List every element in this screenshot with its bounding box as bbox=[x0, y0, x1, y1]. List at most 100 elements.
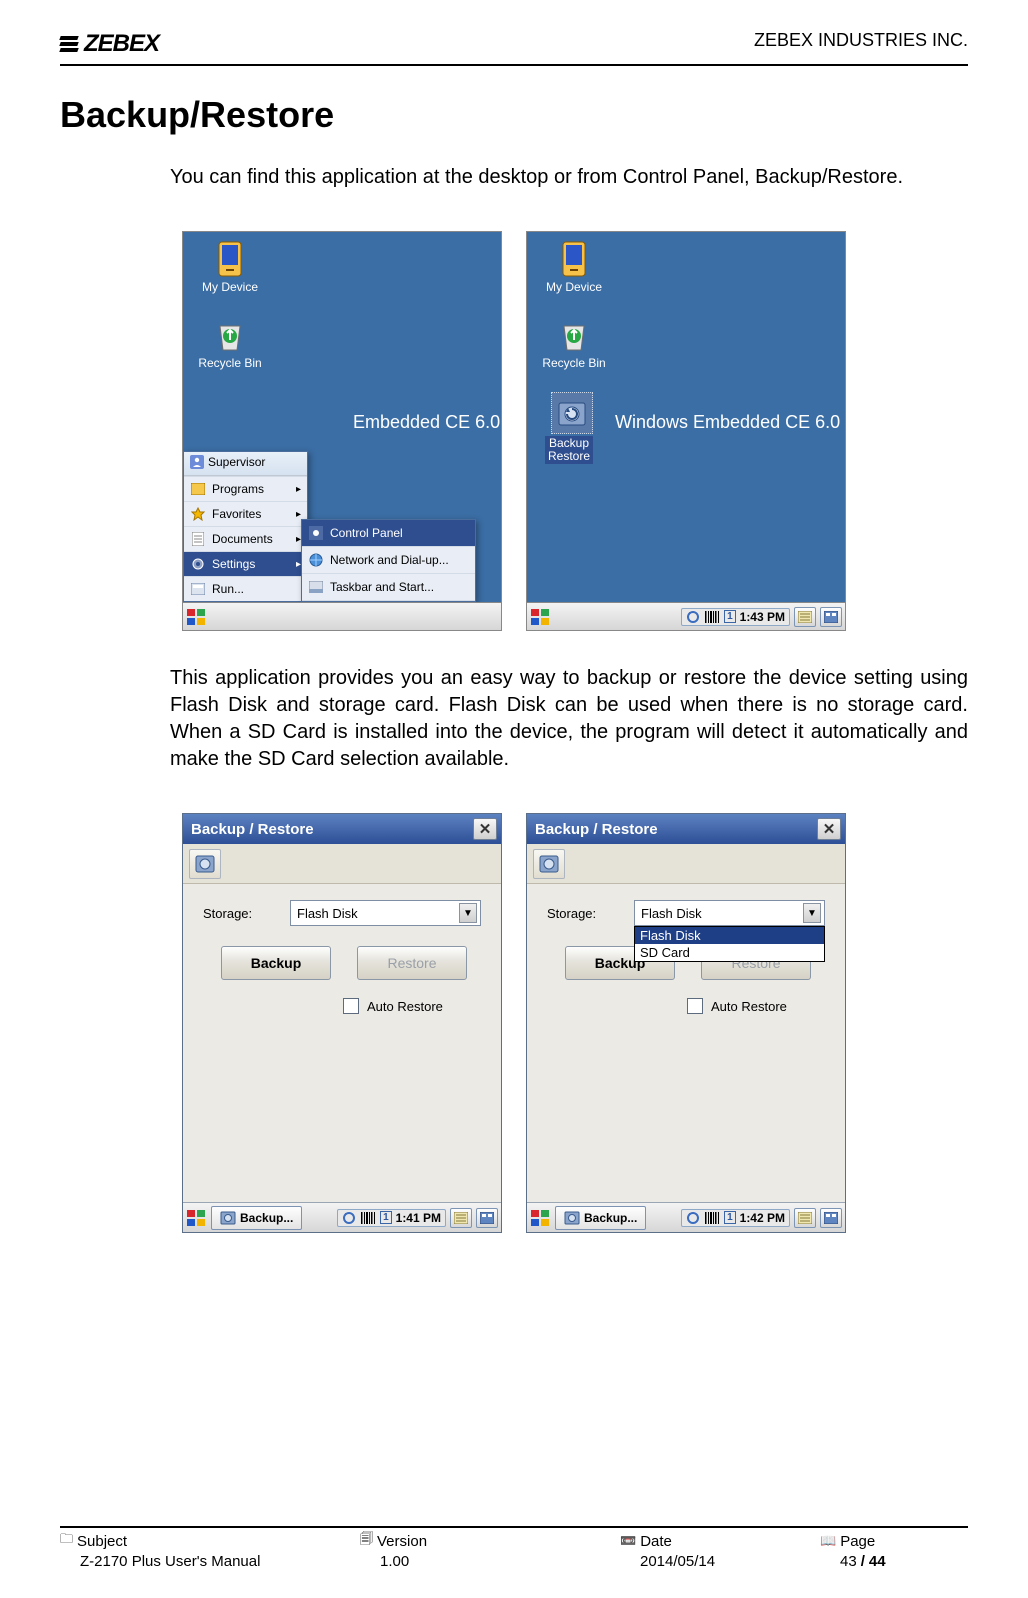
start-button[interactable] bbox=[530, 608, 550, 626]
desktop-button[interactable] bbox=[820, 607, 842, 627]
desktop-icon-label: My Device bbox=[202, 281, 258, 294]
start-item-documents[interactable]: Documents ▸ bbox=[184, 526, 307, 551]
taskbar-app-button[interactable]: Backup... bbox=[555, 1206, 646, 1230]
footer-version: 1.00 bbox=[380, 1553, 409, 1570]
screenshot-desktop-shortcut: My Device Recycle Bin Backup Restore Win… bbox=[526, 231, 846, 631]
barcode-icon bbox=[360, 1212, 376, 1224]
submenu-label: Network and Dial-up... bbox=[330, 553, 449, 567]
storage-tool[interactable] bbox=[533, 849, 565, 879]
taskbar: Backup... 1 1:41 PM bbox=[183, 1202, 501, 1232]
start-item-favorites[interactable]: Favorites ▸ bbox=[184, 501, 307, 526]
start-button[interactable] bbox=[186, 608, 206, 626]
barcode-icon bbox=[704, 1212, 720, 1224]
taskbar-app-label: Backup... bbox=[584, 1211, 637, 1225]
programs-icon bbox=[190, 481, 206, 497]
system-tray[interactable]: 1 1:43 PM bbox=[681, 608, 790, 626]
submenu-taskbar[interactable]: Taskbar and Start... bbox=[302, 574, 475, 601]
shortcut-backup-restore[interactable] bbox=[551, 392, 593, 434]
system-tray[interactable]: 1 1:41 PM bbox=[337, 1209, 446, 1227]
storage-option-flash[interactable]: Flash Disk bbox=[635, 927, 824, 944]
run-icon bbox=[190, 581, 206, 597]
desktop-icon-label: Recycle Bin bbox=[198, 357, 261, 370]
sip-button[interactable] bbox=[794, 1208, 816, 1228]
auto-restore-label: Auto Restore bbox=[711, 999, 787, 1014]
brand-text: ZEBEX bbox=[84, 30, 159, 58]
screenshot-desktop-startmenu: My Device Recycle Bin Embedded CE 6.0 Su… bbox=[182, 231, 502, 631]
chevron-down-icon: ▼ bbox=[459, 903, 477, 923]
backup-button[interactable]: Backup bbox=[221, 946, 331, 980]
storage-select-value: Flash Disk bbox=[641, 906, 702, 921]
window-title: Backup / Restore bbox=[535, 821, 658, 838]
start-button[interactable] bbox=[530, 1209, 550, 1227]
description-paragraph: This application provides you an easy wa… bbox=[170, 665, 968, 773]
company-name: ZEBEX INDUSTRIES INC. bbox=[754, 30, 968, 51]
start-menu: Supervisor Programs ▸ Favorites ▸ Docume… bbox=[183, 451, 308, 602]
close-button[interactable]: ✕ bbox=[473, 818, 497, 840]
storage-select-value: Flash Disk bbox=[297, 906, 358, 921]
gear-icon bbox=[190, 556, 206, 572]
taskbar-clock: 1:41 PM bbox=[396, 1211, 441, 1225]
lang-indicator-icon: 1 bbox=[724, 1211, 736, 1224]
start-item-label: Programs bbox=[212, 482, 264, 496]
desktop-icon-recycle[interactable]: Recycle Bin bbox=[529, 316, 619, 370]
start-menu-header-label: Supervisor bbox=[208, 455, 265, 469]
sip-button[interactable] bbox=[794, 607, 816, 627]
taskbar bbox=[183, 602, 501, 630]
footer-page-total: 44 bbox=[869, 1553, 886, 1570]
start-item-programs[interactable]: Programs ▸ bbox=[184, 476, 307, 501]
footer-label-date: Date bbox=[640, 1533, 672, 1550]
storage-tool[interactable] bbox=[189, 849, 221, 879]
start-item-label: Favorites bbox=[212, 507, 261, 521]
os-watermark: Windows Embedded CE 6.0 bbox=[615, 412, 840, 433]
submenu-control-panel[interactable]: Control Panel bbox=[302, 520, 475, 547]
storage-label: Storage: bbox=[203, 906, 278, 921]
desktop-button[interactable] bbox=[820, 1208, 842, 1228]
sip-button[interactable] bbox=[450, 1208, 472, 1228]
start-button[interactable] bbox=[186, 1209, 206, 1227]
footer-page-current: 43 bbox=[840, 1553, 857, 1570]
desktop-button[interactable] bbox=[476, 1208, 498, 1228]
start-item-settings[interactable]: Settings ▸ bbox=[184, 551, 307, 576]
submenu-network[interactable]: Network and Dial-up... bbox=[302, 547, 475, 574]
globe-icon bbox=[308, 552, 324, 568]
recycle-bin-icon bbox=[557, 316, 591, 354]
screenshot-backup-restore-closed: Backup / Restore ✕ Storage: Flash Disk ▼ bbox=[182, 813, 502, 1233]
storage-select[interactable]: Flash Disk ▼ Flash Disk SD Card bbox=[634, 900, 825, 926]
folder-icon: 🗀 bbox=[60, 1530, 73, 1552]
close-button[interactable]: ✕ bbox=[817, 818, 841, 840]
auto-restore-checkbox[interactable] bbox=[687, 998, 703, 1014]
desktop-icon-label: Recycle Bin bbox=[542, 357, 605, 370]
os-watermark: Embedded CE 6.0 bbox=[353, 412, 500, 433]
disk-icon bbox=[538, 853, 560, 875]
system-tray[interactable]: 1 1:42 PM bbox=[681, 1209, 790, 1227]
disk-icon bbox=[564, 1210, 580, 1226]
disk-icon bbox=[220, 1210, 236, 1226]
window-title: Backup / Restore bbox=[191, 821, 314, 838]
book-icon: 📖 bbox=[820, 1533, 836, 1549]
window-title-bar: Backup / Restore ✕ bbox=[527, 814, 845, 844]
desktop-icon-my-device[interactable]: My Device bbox=[185, 240, 275, 294]
user-icon bbox=[190, 455, 204, 469]
sync-icon bbox=[686, 1211, 700, 1225]
desktop-icon-my-device[interactable]: My Device bbox=[529, 240, 619, 294]
chevron-down-icon: ▼ bbox=[803, 903, 821, 923]
storage-select[interactable]: Flash Disk ▼ bbox=[290, 900, 481, 926]
submenu-label: Taskbar and Start... bbox=[330, 580, 434, 594]
storage-option-sd[interactable]: SD Card bbox=[635, 944, 824, 961]
restore-button[interactable]: Restore bbox=[357, 946, 467, 980]
shortcut-label: Backup Restore bbox=[545, 436, 593, 464]
start-item-run[interactable]: Run... bbox=[184, 576, 307, 601]
pda-icon bbox=[557, 240, 591, 278]
recycle-bin-icon bbox=[213, 316, 247, 354]
disk-icon bbox=[194, 853, 216, 875]
lang-indicator-icon: 1 bbox=[724, 610, 736, 623]
auto-restore-checkbox[interactable] bbox=[343, 998, 359, 1014]
desktop-icon-recycle[interactable]: Recycle Bin bbox=[185, 316, 275, 370]
start-menu-header[interactable]: Supervisor bbox=[184, 452, 307, 476]
chevron-right-icon: ▸ bbox=[296, 484, 301, 495]
star-icon bbox=[190, 506, 206, 522]
taskbar-app-button[interactable]: Backup... bbox=[211, 1206, 302, 1230]
footer-date: 2014/05/14 bbox=[640, 1553, 715, 1570]
lang-indicator-icon: 1 bbox=[380, 1211, 392, 1224]
footer-subject: Z-2170 Plus User's Manual bbox=[80, 1553, 260, 1570]
